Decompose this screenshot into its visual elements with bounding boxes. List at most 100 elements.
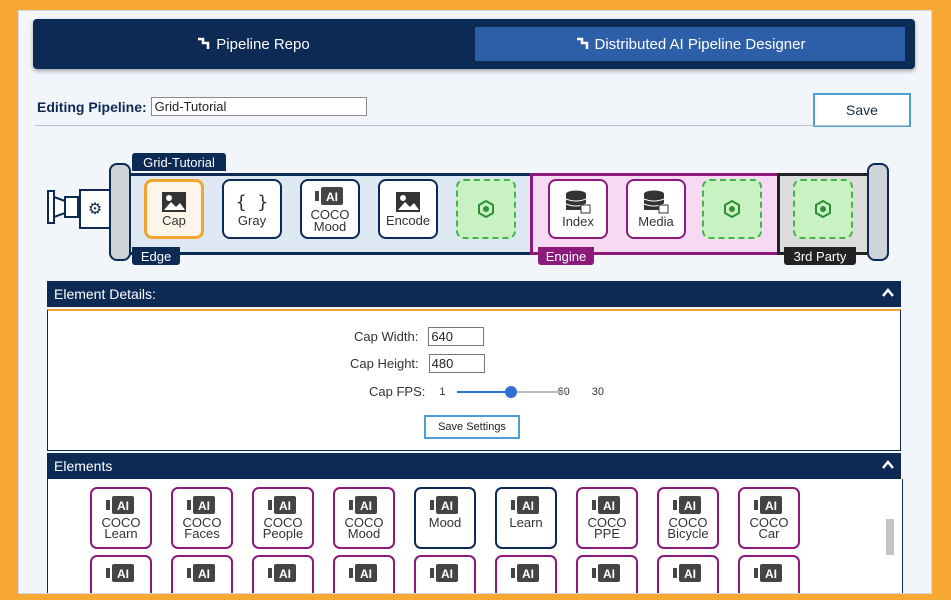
node-cap[interactable]: Cap [144,179,204,239]
chevron-up-icon[interactable] [881,286,895,300]
top-nav: Pipeline Repo Distributed AI Pipeline De… [33,19,915,69]
gear-icon[interactable]: ⚙ [79,189,111,229]
element-tile[interactable]: AI [252,555,314,593]
divider [35,125,909,126]
element-details-header[interactable]: Element Details: [47,281,901,307]
pipeline-name-input[interactable] [150,97,367,116]
editing-label: Editing Pipeline: [37,98,147,115]
database-lock-icon [643,190,669,214]
cap-fps-label: Cap FPS: [369,384,426,399]
node-label: Cap [162,213,186,228]
element-tile[interactable]: AI COCO Faces [171,487,233,549]
svg-text:AI: AI [684,567,696,581]
tab-pipeline-designer[interactable]: Distributed AI Pipeline Designer [475,27,905,61]
node-coco-mood[interactable]: AI COCO Mood [300,179,360,239]
node-gray[interactable]: { } Gray [222,179,282,239]
tab-label: Pipeline Repo [216,35,310,53]
node-index[interactable]: Index [548,179,608,239]
node-label: Encode [385,213,431,228]
ai-camera-icon: AI [673,564,701,582]
element-tile[interactable]: AI COCO PPE [576,487,638,549]
elements-header[interactable]: Elements [47,453,901,479]
svg-text:AI: AI [441,567,453,581]
hexagon-icon [478,200,494,218]
node-label: Media [638,214,674,229]
fps-slider[interactable] [457,385,568,398]
node-placeholder-engine[interactable] [702,179,762,239]
element-tile[interactable]: AI [738,555,800,593]
node-encode[interactable]: Encode [378,179,438,239]
element-tile-label: Mood [428,515,462,530]
pipeline-icon [198,37,210,49]
ai-camera-icon: AI [430,496,458,514]
element-tile[interactable]: AI Learn [495,487,557,549]
cap-height-label: Cap Height: [350,356,419,371]
hexagon-icon [724,200,740,218]
tab-label: Distributed AI Pipeline Designer [594,35,806,53]
element-tile[interactable]: AI COCO Car [738,487,800,549]
segment-label-edge: Edge [132,247,180,265]
svg-text:AI: AI [360,499,372,513]
element-tile[interactable]: AI [495,555,557,593]
element-tile-label: COCO Bicycle [667,515,709,541]
pipeline-title: Grid-Tutorial [132,153,226,171]
ai-camera-icon: AI [592,564,620,582]
element-tile[interactable]: AI [657,555,719,593]
elements-grid: AI COCO Learn AI COCO Faces AI COCO People AI COCO… [47,479,903,593]
ai-camera-icon: AI [268,496,296,514]
segment-label-engine: Engine [538,247,594,265]
node-label: Gray [237,212,267,228]
save-button[interactable]: Save [813,93,911,127]
chevron-up-icon[interactable] [881,458,895,472]
element-tile[interactable]: AI COCO People [252,487,314,549]
fps-value: 30 [591,385,604,398]
svg-text:AI: AI [117,567,129,581]
svg-text:AI: AI [522,499,534,513]
valve-icon [47,190,79,224]
element-tile-label: COCO Car [749,515,789,541]
element-tile[interactable]: AI [414,555,476,593]
element-tile[interactable]: AI COCO Learn [90,487,152,549]
node-label: Index [562,214,594,229]
slider-thumb[interactable] [505,385,518,398]
element-tile[interactable]: AI [333,555,395,593]
scrollbar-thumb[interactable] [886,519,894,555]
ai-camera-icon: AI [106,496,134,514]
ai-camera-icon: AI [349,496,377,514]
element-tile[interactable]: AI [171,555,233,593]
tab-pipeline-repo[interactable]: Pipeline Repo [33,27,473,61]
node-placeholder-third-party[interactable] [793,179,853,239]
ai-camera-icon: AI [430,564,458,582]
element-details-title: Element Details: [54,286,156,302]
cap-fps-row: Cap FPS: 1 60 30 [369,384,604,399]
segment-label-third-party: 3rd Party [784,247,856,265]
svg-text:AI: AI [684,499,696,513]
svg-text:AI: AI [279,567,291,581]
editing-pipeline-row: Editing Pipeline: [37,97,367,116]
element-tile[interactable]: AI [576,555,638,593]
ai-camera-icon: AI [315,187,343,205]
slider-fill [457,390,512,393]
svg-text:AI: AI [441,499,453,513]
ai-camera-icon: AI [754,564,782,582]
save-settings-button[interactable]: Save Settings [424,415,520,439]
element-tile-label: COCO Mood [344,515,384,541]
node-media[interactable]: Media [626,179,686,239]
ai-camera-icon: AI [187,496,215,514]
element-tile-label: Learn [509,515,543,530]
element-tile[interactable]: AI Mood [414,487,476,549]
ai-camera-icon: AI [187,564,215,582]
element-tile[interactable]: AI [90,555,152,593]
braces-icon: { } [235,191,269,213]
elements-scrollbar[interactable] [885,489,895,593]
cap-width-input[interactable] [428,327,485,346]
node-label: COCO Mood [310,207,350,234]
element-tile[interactable]: AI COCO Mood [333,487,395,549]
node-placeholder-edge[interactable] [456,179,516,239]
cap-height-input[interactable] [428,354,485,373]
fps-min: 1 [439,385,446,398]
app-frame: Pipeline Repo Distributed AI Pipeline De… [18,10,932,594]
ai-camera-icon: AI [511,496,539,514]
svg-text:AI: AI [765,567,777,581]
element-tile[interactable]: AI COCO Bicycle [657,487,719,549]
